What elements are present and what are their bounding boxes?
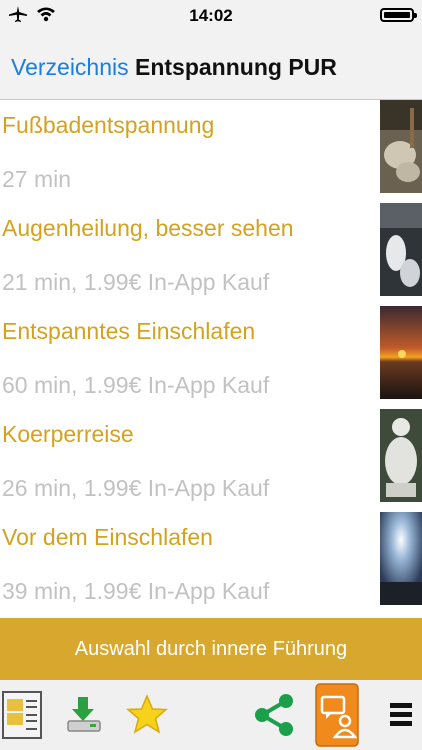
directory-button[interactable] (0, 680, 44, 750)
list-item[interactable]: Augenheilung, besser sehen 21 min, 1.99€… (0, 203, 422, 306)
item-title: Fußbadentspannung (2, 112, 215, 138)
inner-guidance-button[interactable]: Auswahl durch innere Führung (0, 618, 422, 680)
page-title: Entspannung PUR (135, 54, 337, 80)
list-item[interactable]: Fußbadentspannung 27 min (0, 100, 422, 203)
favorites-button[interactable] (122, 680, 172, 750)
item-meta: 26 min, 1.99€ In-App Kauf (2, 475, 270, 501)
bottom-toolbar (0, 680, 422, 750)
thumbnail-image (380, 512, 422, 605)
item-meta: 39 min, 1.99€ In-App Kauf (2, 578, 270, 604)
list-item[interactable]: Vor dem Einschlafen 39 min, 1.99€ In-App… (0, 512, 422, 615)
list-item[interactable]: Koerperreise 26 min, 1.99€ In-App Kauf (0, 409, 422, 512)
feedback-button[interactable] (314, 680, 360, 750)
item-title: Koerperreise (2, 421, 134, 447)
battery-icon (380, 8, 417, 22)
navigation-bar: Verzeichnis Entspannung PUR (0, 32, 422, 100)
status-time: 14:02 (189, 6, 233, 25)
share-icon (255, 694, 293, 736)
meditation-list: Fußbadentspannung 27 min Augenheilung, b… (0, 100, 422, 618)
item-meta: 21 min, 1.99€ In-App Kauf (2, 269, 270, 295)
download-button[interactable] (62, 680, 106, 750)
share-button[interactable] (250, 680, 298, 750)
menu-button[interactable] (384, 680, 418, 750)
folder-list-icon (2, 691, 42, 739)
thumbnail-image (380, 409, 422, 502)
item-meta: 60 min, 1.99€ In-App Kauf (2, 372, 270, 398)
star-icon (126, 694, 168, 734)
item-title: Entspanntes Einschlafen (2, 318, 256, 344)
item-title: Vor dem Einschlafen (2, 524, 213, 550)
chat-person-icon (315, 683, 359, 747)
thumbnail-image (380, 203, 422, 296)
hamburger-menu-icon (390, 703, 412, 726)
download-icon (67, 697, 101, 732)
thumbnail-image (380, 306, 422, 399)
item-meta: 27 min (2, 166, 72, 192)
thumbnail-image (380, 100, 422, 193)
back-button[interactable]: Verzeichnis (11, 54, 129, 81)
item-title: Augenheilung, besser sehen (2, 215, 294, 241)
list-item[interactable]: Entspanntes Einschlafen 60 min, 1.99€ In… (0, 306, 422, 409)
status-bar: 14:02 (0, 0, 422, 32)
